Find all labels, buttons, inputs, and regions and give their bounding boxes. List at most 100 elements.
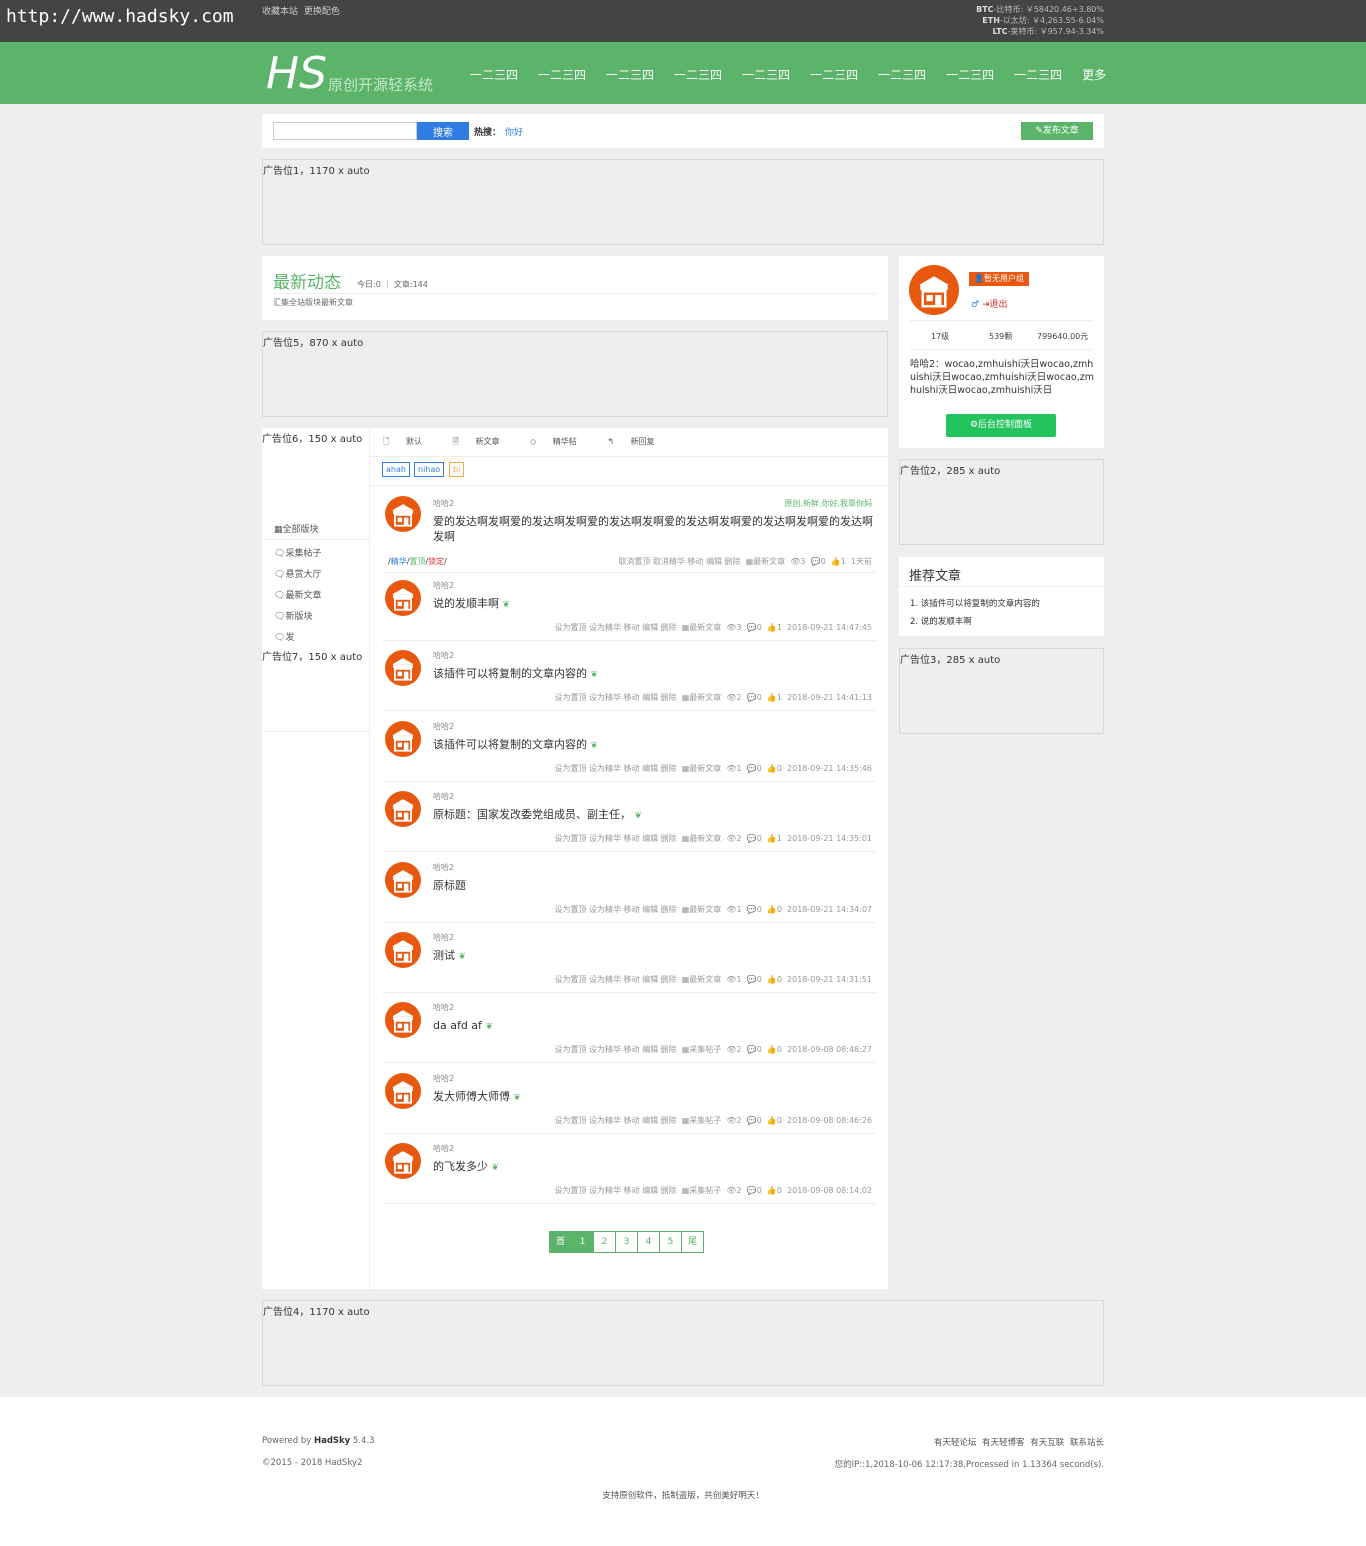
category-all[interactable]: ▦全部版块 — [274, 522, 319, 535]
nav-item[interactable]: 一二三四 — [742, 66, 790, 83]
post-admin-actions[interactable]: 设为置顶 设为精华 移动 编辑 删除 — [554, 975, 676, 984]
ad-slot-4[interactable]: 广告位4，1170 x auto — [262, 1300, 1104, 1386]
tab-new-reply[interactable]: ↰ 新回复 — [607, 437, 668, 446]
page-button[interactable]: 2 — [593, 1231, 616, 1253]
post-author[interactable]: 哈哈2 — [433, 1002, 454, 1013]
post-author[interactable]: 哈哈2 — [433, 721, 454, 732]
page-button[interactable]: 首 — [549, 1231, 572, 1253]
nav-item[interactable]: 一二三四 — [606, 66, 654, 83]
recommended-item[interactable]: 2. 说的发顺丰啊 — [910, 615, 972, 627]
tag-nihao[interactable]: nihao — [414, 462, 445, 477]
page-button[interactable]: 1 — [571, 1231, 594, 1253]
publish-article-button[interactable]: ✎发布文章 — [1021, 122, 1093, 140]
post-board[interactable]: 最新文章 — [689, 693, 721, 702]
post-tags[interactable]: 原创,新鲜,你好,我靠你妈 — [784, 498, 872, 509]
post-author[interactable]: 哈哈2 — [433, 791, 454, 802]
post-admin-actions[interactable]: 设为置顶 设为精华 移动 编辑 删除 — [554, 1186, 676, 1195]
post-admin-actions[interactable]: 取消置顶 取消精华 移动 编辑 删除 — [618, 557, 740, 566]
post-admin-actions[interactable]: 设为置顶 设为精华 移动 编辑 删除 — [554, 623, 676, 632]
nav-item[interactable]: 一二三四 — [1014, 66, 1062, 83]
post-title[interactable]: 该插件可以将复制的文章内容的 ❦ — [433, 666, 863, 683]
post-title[interactable]: 发大师傅大师傅 ❦ — [433, 1089, 863, 1106]
category-item[interactable]: 🗨新版块 — [274, 609, 312, 622]
ad-slot-6[interactable]: 广告位6，150 x auto — [262, 428, 369, 514]
ad-slot-7[interactable]: 广告位7，150 x auto — [262, 646, 369, 732]
avatar[interactable] — [385, 932, 421, 968]
ad-slot-5[interactable]: 广告位5，870 x auto — [262, 331, 888, 417]
category-item[interactable]: 🗨最新文章 — [274, 588, 321, 601]
post-title[interactable]: 该插件可以将复制的文章内容的 ❦ — [433, 737, 863, 754]
post-admin-actions[interactable]: 设为置顶 设为精华 移动 编辑 删除 — [554, 1045, 676, 1054]
post-admin-actions[interactable]: 设为置顶 设为精华 移动 编辑 删除 — [554, 834, 676, 843]
post-admin-actions[interactable]: 设为置顶 设为精华 移动 编辑 删除 — [554, 905, 676, 914]
tab-featured[interactable]: ◇ 精华帖 — [530, 437, 591, 446]
page-button[interactable]: 4 — [637, 1231, 660, 1253]
footer-link[interactable]: 有天轻博客 — [982, 1438, 1025, 1448]
category-item[interactable]: 🗨悬赏大厅 — [274, 567, 321, 580]
category-item[interactable]: 🗨采集帖子 — [274, 546, 321, 559]
post-board[interactable]: 最新文章 — [689, 975, 721, 984]
post-author[interactable]: 哈哈2 — [433, 862, 454, 873]
post-title[interactable]: 的飞发多少 ❦ — [433, 1159, 863, 1176]
post-author[interactable]: 哈哈2 — [433, 498, 454, 509]
avatar[interactable] — [385, 650, 421, 687]
post-title[interactable]: 测试 ❦ — [433, 948, 863, 965]
post-title[interactable]: 说的发顺丰啊 ❦ — [433, 596, 863, 613]
nav-item[interactable]: 一二三四 — [878, 66, 926, 83]
avatar[interactable] — [385, 496, 421, 532]
page-button[interactable]: 3 — [615, 1231, 638, 1253]
page-button[interactable]: 尾 — [681, 1231, 704, 1253]
nav-item[interactable]: 一二三四 — [538, 66, 586, 83]
footer-link[interactable]: 有天轻论坛 — [934, 1438, 977, 1448]
post-admin-actions[interactable]: 设为置顶 设为精华 移动 编辑 删除 — [554, 764, 676, 773]
nav-item[interactable]: 一二三四 — [946, 66, 994, 83]
post-title[interactable]: 原标题 — [433, 878, 863, 895]
post-admin-actions[interactable]: 设为置顶 设为精华 移动 编辑 删除 — [554, 1116, 676, 1125]
post-author[interactable]: 哈哈2 — [433, 1143, 454, 1154]
post-board[interactable]: 采集帖子 — [689, 1116, 721, 1125]
post-board[interactable]: 最新文章 — [689, 623, 721, 632]
page-button[interactable]: 5 — [659, 1231, 682, 1253]
ad-slot-1[interactable]: 广告位1，1170 x auto — [262, 159, 1104, 245]
post-author[interactable]: 哈哈2 — [433, 1073, 454, 1084]
change-color-link[interactable]: 更换配色 — [304, 7, 340, 17]
search-input[interactable] — [273, 122, 417, 140]
post-board[interactable]: 采集帖子 — [689, 1045, 721, 1054]
nav-item[interactable]: 一二三四 — [810, 66, 858, 83]
avatar[interactable] — [385, 1072, 421, 1109]
admin-panel-button[interactable]: ⚙后台控制面板 — [946, 414, 1056, 437]
nav-more[interactable]: 更多 — [1082, 66, 1106, 83]
avatar[interactable] — [909, 265, 959, 315]
post-author[interactable]: 哈哈2 — [433, 650, 454, 661]
avatar[interactable] — [385, 861, 421, 898]
ad-slot-3[interactable]: 广告位3，285 x auto — [899, 648, 1104, 734]
ad-slot-2[interactable]: 广告位2，285 x auto — [899, 459, 1104, 545]
post-board[interactable]: 最新文章 — [753, 557, 785, 566]
avatar[interactable] — [385, 1143, 421, 1180]
footer-link[interactable]: 联系站长 — [1070, 1438, 1104, 1448]
category-item[interactable]: 🗨发 — [274, 630, 294, 643]
powered-name[interactable]: HadSky — [314, 1436, 350, 1446]
logout-link[interactable]: ♂ ⇥退出 — [971, 297, 1008, 310]
post-title[interactable]: 爱的发达啊发啊爱的发达啊发啊爱的发达啊发啊爱的发达啊发啊爱的发达啊发啊爱的发达啊… — [433, 514, 873, 546]
post-board[interactable]: 最新文章 — [689, 905, 721, 914]
bookmark-link[interactable]: 收藏本站 — [262, 7, 298, 17]
tab-new-article[interactable]: 🗎 新文章 — [453, 437, 514, 446]
nav-item[interactable]: 一二三四 — [470, 66, 518, 83]
nav-item[interactable]: 一二三四 — [674, 66, 722, 83]
post-admin-actions[interactable]: 设为置顶 设为精华 移动 编辑 删除 — [554, 693, 676, 702]
post-title[interactable]: da afd af ❦ — [433, 1018, 863, 1035]
tag-ahah[interactable]: ahah — [382, 462, 410, 477]
avatar[interactable] — [385, 1002, 421, 1039]
tag-bi[interactable]: bi — [449, 462, 465, 477]
logo[interactable]: HS — [266, 52, 327, 96]
post-board[interactable]: 最新文章 — [689, 764, 721, 773]
avatar[interactable] — [385, 580, 421, 616]
post-title[interactable]: 原标题：国家发改委党组成员、副主任， ❦ — [433, 807, 863, 824]
tab-default[interactable]: 🗋 默认 — [383, 437, 436, 446]
post-board[interactable]: 最新文章 — [689, 834, 721, 843]
search-button[interactable]: 搜索 — [417, 122, 469, 140]
post-board[interactable]: 采集帖子 — [689, 1186, 721, 1195]
recommended-item[interactable]: 1. 该插件可以将复制的文章内容的 — [910, 597, 1040, 609]
post-author[interactable]: 哈哈2 — [433, 932, 454, 943]
